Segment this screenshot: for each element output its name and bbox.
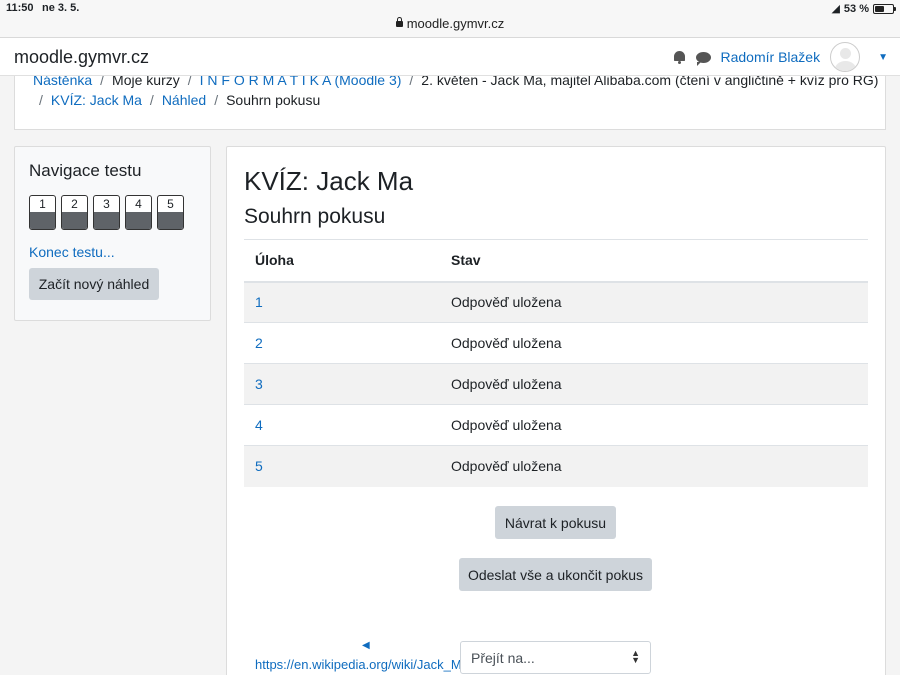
breadcrumb-quiz[interactable]: KVÍZ: Jack Ma bbox=[51, 92, 142, 108]
question-button-5[interactable]: 5 bbox=[157, 195, 184, 230]
wifi-icon: ◢ bbox=[831, 3, 840, 15]
quiz-navigation-title: Navigace testu bbox=[29, 161, 142, 180]
answered-indicator bbox=[158, 212, 183, 229]
status-cell: Odpověď uložena bbox=[440, 363, 868, 405]
breadcrumb-current: Souhrn pokusu bbox=[226, 92, 321, 108]
status-right: ◢ 53 % bbox=[831, 2, 896, 15]
status-cell: Odpověď uložena bbox=[440, 445, 868, 487]
question-link-1[interactable]: 1 bbox=[255, 294, 263, 310]
quiz-navigation-block: Navigace testu 1 2 3 4 5 Konec testu... … bbox=[14, 146, 211, 321]
user-name[interactable]: Radomír Blažek bbox=[721, 49, 821, 65]
status-cell: Odpověď uložena bbox=[440, 404, 868, 446]
question-cell: 3 bbox=[244, 363, 440, 405]
question-number: 1 bbox=[39, 197, 46, 211]
status-cell: Odpověď uložena bbox=[440, 281, 868, 323]
user-menu-area: Radomír Blažek ▼ bbox=[673, 42, 888, 72]
question-button-1[interactable]: 1 bbox=[29, 195, 56, 230]
question-number: 3 bbox=[103, 197, 110, 211]
main-content: KVÍZ: Jack Ma Souhrn pokusu Úloha Stav 1… bbox=[226, 146, 886, 675]
previous-arrow-icon[interactable]: ◀ bbox=[362, 640, 370, 651]
question-button-3[interactable]: 3 bbox=[93, 195, 120, 230]
question-cell: 5 bbox=[244, 445, 440, 487]
page-subtitle: Souhrn pokusu bbox=[244, 205, 386, 228]
site-brand[interactable]: moodle.gymvr.cz bbox=[14, 47, 149, 68]
question-cell: 1 bbox=[244, 281, 440, 323]
end-test-link[interactable]: Konec testu... bbox=[29, 244, 115, 260]
ios-status-bar: 11:50 ne 3. 5. moodle.gymvr.cz ◢ 53 % bbox=[0, 0, 900, 38]
question-link-3[interactable]: 3 bbox=[255, 376, 263, 392]
question-button-4[interactable]: 4 bbox=[125, 195, 152, 230]
breadcrumb-separator: / bbox=[39, 92, 43, 108]
question-link-4[interactable]: 4 bbox=[255, 417, 263, 433]
question-cell: 2 bbox=[244, 322, 440, 364]
start-new-preview-button[interactable]: Začít nový náhled bbox=[29, 268, 159, 300]
column-header-question: Úloha bbox=[244, 239, 440, 283]
address-url: moodle.gymvr.cz bbox=[406, 16, 505, 31]
breadcrumb-preview[interactable]: Náhled bbox=[162, 92, 206, 108]
status-time: 11:50 bbox=[6, 2, 34, 14]
answered-indicator bbox=[62, 212, 87, 229]
page-title: KVÍZ: Jack Ma bbox=[244, 166, 414, 196]
lock-icon bbox=[395, 17, 403, 27]
question-cell: 4 bbox=[244, 404, 440, 446]
messages-chat-icon[interactable] bbox=[695, 51, 711, 66]
breadcrumb-separator: / bbox=[149, 92, 154, 108]
return-to-attempt-button[interactable]: Návrat k pokusu bbox=[495, 506, 616, 539]
question-number: 4 bbox=[135, 197, 142, 211]
status-cell: Odpověď uložena bbox=[440, 322, 868, 364]
table-row: 1 Odpověď uložena bbox=[244, 281, 868, 323]
question-button-2[interactable]: 2 bbox=[61, 195, 88, 230]
attempt-summary-table: Úloha Stav 1 Odpověď uložena 2 Odpověď u… bbox=[244, 239, 868, 487]
table-row: 5 Odpověď uložena bbox=[244, 445, 868, 487]
battery-icon bbox=[873, 3, 896, 14]
jump-to-selected-value: Přejít na... bbox=[471, 650, 535, 666]
battery-level bbox=[875, 5, 884, 12]
question-link-2[interactable]: 2 bbox=[255, 335, 263, 351]
notifications-bell-icon[interactable] bbox=[673, 50, 686, 64]
submit-all-button[interactable]: Odeslat vše a ukončit pokus bbox=[459, 558, 652, 591]
avatar[interactable] bbox=[830, 42, 861, 72]
previous-activity-link[interactable]: https://en.wikipedia.org/wiki/Jack_Ma bbox=[255, 657, 461, 672]
status-date: ne 3. 5. bbox=[42, 2, 80, 14]
breadcrumb-line-2: / KVÍZ: Jack Ma / Náhled / Souhrn pokusu bbox=[39, 92, 320, 108]
table-row: 2 Odpověď uložena bbox=[244, 322, 868, 364]
question-buttons: 1 2 3 4 5 bbox=[29, 195, 184, 230]
address-bar[interactable]: moodle.gymvr.cz bbox=[0, 16, 900, 31]
breadcrumb-separator: / bbox=[214, 92, 219, 108]
battery-percent: 53 % bbox=[843, 2, 869, 15]
select-updown-icon: ▲ ▼ bbox=[631, 648, 640, 665]
table-row: 3 Odpověď uložena bbox=[244, 363, 868, 405]
jump-to-select[interactable]: Přejít na... ▲ ▼ bbox=[460, 641, 651, 674]
column-header-status: Stav bbox=[440, 239, 868, 283]
question-link-5[interactable]: 5 bbox=[255, 458, 263, 474]
question-number: 5 bbox=[167, 197, 174, 211]
user-menu-caret-icon[interactable]: ▼ bbox=[878, 52, 888, 63]
table-row: 4 Odpověď uložena bbox=[244, 404, 868, 446]
site-navbar: moodle.gymvr.cz Radomír Blažek ▼ bbox=[0, 38, 900, 76]
answered-indicator bbox=[30, 212, 55, 229]
table-header-row: Úloha Stav bbox=[244, 239, 868, 283]
answered-indicator bbox=[126, 212, 151, 229]
answered-indicator bbox=[94, 212, 119, 229]
question-number: 2 bbox=[71, 197, 78, 211]
